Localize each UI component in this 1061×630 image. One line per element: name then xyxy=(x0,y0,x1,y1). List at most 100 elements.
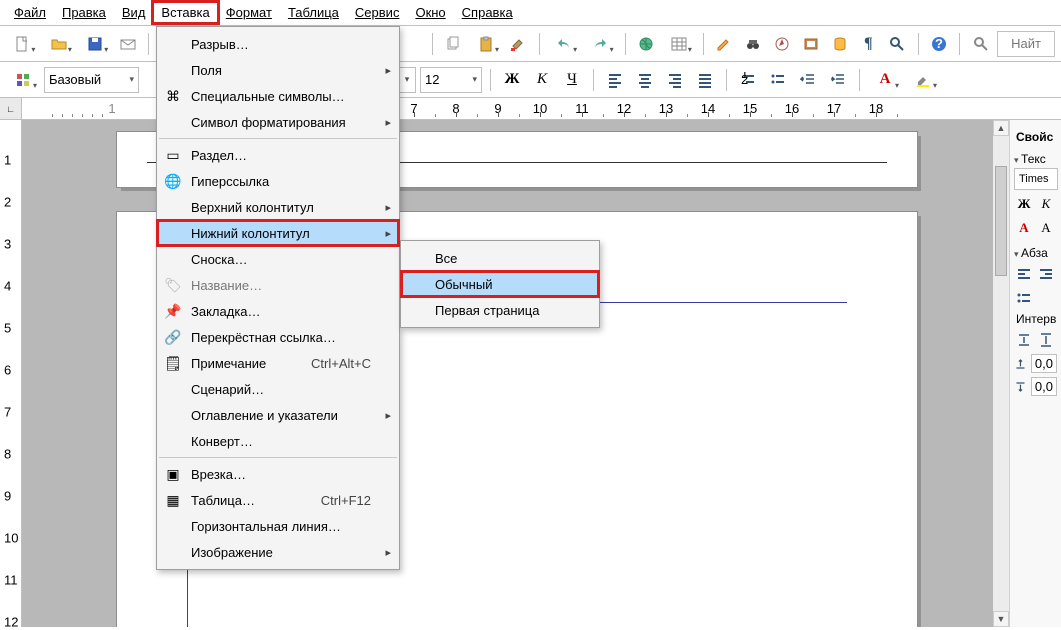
insert-scenario[interactable]: Сценарий… xyxy=(157,376,399,402)
scroll-thumb[interactable] xyxy=(995,166,1007,276)
panel-spacing-inc[interactable] xyxy=(1036,330,1056,350)
panel-align-right[interactable] xyxy=(1036,264,1056,284)
vertical-ruler[interactable]: 123456789101112 xyxy=(0,120,22,627)
panel-para-section[interactable]: Абза xyxy=(1014,246,1057,260)
label: Закладка… xyxy=(191,304,261,319)
insert-table[interactable]: ▦ Таблица… Ctrl+F12 xyxy=(157,487,399,513)
insert-footnote[interactable]: Сноска… xyxy=(157,246,399,272)
email-button[interactable] xyxy=(115,31,140,57)
align-justify-button[interactable] xyxy=(692,67,718,93)
underline-button[interactable]: Ч xyxy=(559,67,585,93)
bullet-list-button[interactable] xyxy=(765,67,791,93)
footer-first[interactable]: Первая страница xyxy=(401,297,599,323)
insert-bookmark[interactable]: 📌 Закладка… xyxy=(157,298,399,324)
mail-icon xyxy=(120,36,136,52)
panel-italic-button[interactable]: К xyxy=(1036,194,1056,214)
font-size-combo[interactable]: 12 ▾ xyxy=(420,67,482,93)
align-right-button[interactable] xyxy=(662,67,688,93)
zoom-button[interactable] xyxy=(885,31,910,57)
insert-caption[interactable]: 🏷 Название… xyxy=(157,272,399,298)
numbered-list-button[interactable]: 12 xyxy=(735,67,761,93)
panel-align-left[interactable] xyxy=(1014,264,1034,284)
insert-hyperlink[interactable]: 🌐 Гиперссылка xyxy=(157,168,399,194)
find-button[interactable] xyxy=(741,31,766,57)
insert-fields[interactable]: Поля xyxy=(157,57,399,83)
open-button[interactable] xyxy=(42,31,74,57)
menu-insert[interactable]: Вставка xyxy=(153,2,217,23)
datasources-button[interactable] xyxy=(827,31,852,57)
table-button[interactable] xyxy=(662,31,694,57)
search-icon-button[interactable] xyxy=(968,31,993,57)
binoculars-icon xyxy=(745,36,761,52)
align-left-icon xyxy=(607,72,623,88)
menu-format[interactable]: Формат xyxy=(218,2,280,23)
panel-text-section[interactable]: Текс xyxy=(1014,152,1057,166)
font-color-button[interactable]: A xyxy=(868,67,902,93)
panel-spacing-dec[interactable] xyxy=(1014,330,1034,350)
nonprinting-button[interactable]: ¶ xyxy=(856,31,881,57)
redo-button[interactable] xyxy=(584,31,616,57)
panel-char-button[interactable]: A xyxy=(1036,218,1056,238)
insert-break[interactable]: Разрыв… xyxy=(157,31,399,57)
copy-button[interactable] xyxy=(441,31,466,57)
save-button[interactable] xyxy=(79,31,111,57)
toolbar-separator xyxy=(625,33,626,55)
vertical-scrollbar[interactable]: ▲ ▼ xyxy=(993,120,1009,627)
menu-help[interactable]: Справка xyxy=(454,2,521,23)
styles-dropdown-button[interactable] xyxy=(6,67,40,93)
label: Символ форматирования xyxy=(191,115,346,130)
insert-annotation[interactable]: 🗒 Примечание Ctrl+Alt+C xyxy=(157,350,399,376)
hyperlink-button[interactable] xyxy=(634,31,659,57)
italic-button[interactable]: К xyxy=(529,67,555,93)
paragraph-style-combo[interactable]: Базовый ▾ xyxy=(44,67,139,93)
paste-button[interactable] xyxy=(470,31,502,57)
format-paint-button[interactable] xyxy=(506,31,531,57)
undo-button[interactable] xyxy=(548,31,580,57)
insert-envelope[interactable]: Конверт… xyxy=(157,428,399,454)
search-field[interactable]: Найт xyxy=(997,31,1055,57)
insert-section[interactable]: ▭ Раздел… xyxy=(157,142,399,168)
indent-inc-button[interactable] xyxy=(825,67,851,93)
frame-icon: ▣ xyxy=(163,464,183,484)
footer-default[interactable]: Обычный xyxy=(401,271,599,297)
ruler-corner: ∟ xyxy=(0,98,22,119)
bold-button[interactable]: Ж xyxy=(499,67,525,93)
menu-file[interactable]: Файл xyxy=(6,2,54,23)
insert-footer[interactable]: Нижний колонтитул xyxy=(157,220,399,246)
insert-frame[interactable]: ▣ Врезка… xyxy=(157,461,399,487)
scroll-up-button[interactable]: ▲ xyxy=(993,120,1009,136)
panel-bold-button[interactable]: Ж xyxy=(1014,194,1034,214)
panel-bullets[interactable] xyxy=(1014,288,1034,308)
menu-window[interactable]: Окно xyxy=(407,2,453,23)
panel-spacing-below[interactable]: 0,0 xyxy=(1014,377,1057,396)
align-center-button[interactable] xyxy=(632,67,658,93)
scroll-down-button[interactable]: ▼ xyxy=(993,611,1009,627)
insert-header[interactable]: Верхний колонтитул xyxy=(157,194,399,220)
menu-table[interactable]: Таблица xyxy=(280,2,347,23)
panel-spacing-above[interactable]: 0,0 xyxy=(1014,354,1057,373)
insert-crossref[interactable]: 🔗 Перекрёстная ссылка… xyxy=(157,324,399,350)
align-left-button[interactable] xyxy=(602,67,628,93)
panel-font-combo[interactable]: Times xyxy=(1014,168,1058,190)
show-draw-button[interactable] xyxy=(712,31,737,57)
insert-formatting-mark[interactable]: Символ форматирования xyxy=(157,109,399,135)
help-button[interactable]: ? xyxy=(927,31,952,57)
align-right-icon xyxy=(667,72,683,88)
menu-edit[interactable]: Правка xyxy=(54,2,114,23)
menu-tools[interactable]: Сервис xyxy=(347,2,408,23)
menu-view[interactable]: Вид xyxy=(114,2,154,23)
caption-icon: 🏷 xyxy=(163,275,183,295)
highlight-button[interactable] xyxy=(906,67,940,93)
insert-toc[interactable]: Оглавление и указатели xyxy=(157,402,399,428)
footer-all[interactable]: Все xyxy=(401,245,599,271)
insert-image[interactable]: Изображение xyxy=(157,539,399,565)
insert-hrule[interactable]: Горизонтальная линия… xyxy=(157,513,399,539)
insert-special[interactable]: ⌘ Специальные символы… xyxy=(157,83,399,109)
panel-fontcolor-button[interactable]: A xyxy=(1014,218,1034,238)
note-icon: 🗒 xyxy=(163,353,183,373)
label: Специальные символы… xyxy=(191,89,345,104)
navigator-button[interactable] xyxy=(769,31,794,57)
gallery-button[interactable] xyxy=(798,31,823,57)
new-doc-button[interactable] xyxy=(6,31,38,57)
indent-dec-button[interactable] xyxy=(795,67,821,93)
